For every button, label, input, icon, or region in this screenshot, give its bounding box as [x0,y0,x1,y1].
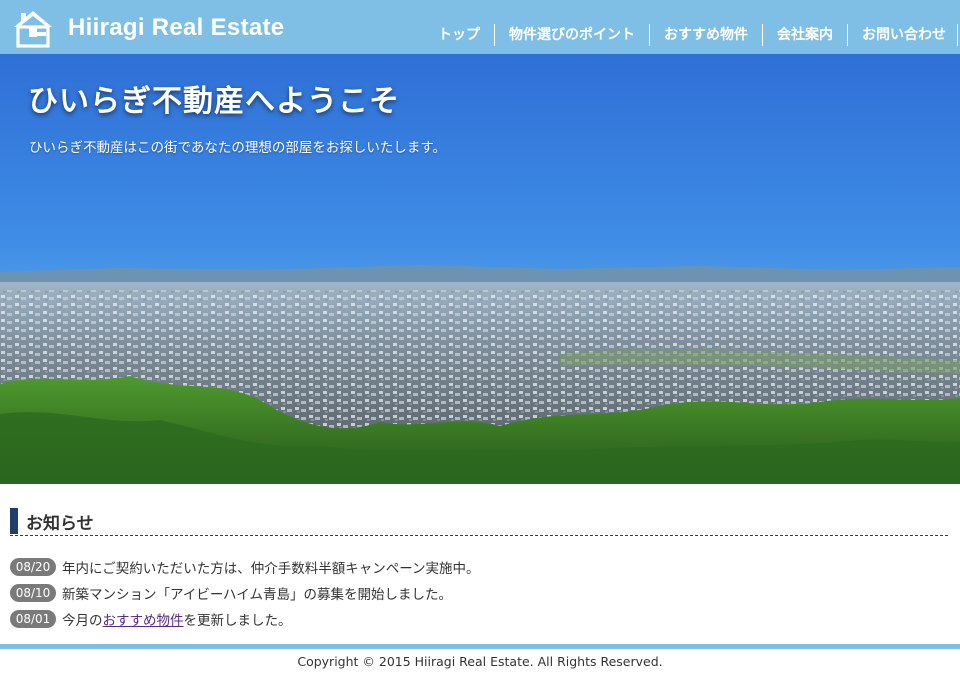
news-item: 08/10 新築マンション「アイビーハイム青島」の募集を開始しました。 [10,580,948,606]
news-item: 08/01 今月の おすすめ物件 を更新しました。 [10,606,948,632]
recommended-properties-link[interactable]: おすすめ物件 [103,609,184,629]
news-text: 新築マンション「アイビーハイム青島」の募集を開始しました。 [62,587,453,603]
news-text: 年内にご契約いただいた方は、仲介手数料半額キャンペーン実施中。 [62,561,480,577]
nav-top[interactable]: トップ [424,24,494,46]
news-item: 08/20 年内にご契約いただいた方は、仲介手数料半額キャンペーン実施中。 [10,554,948,580]
news-date-badge: 08/01 [10,610,56,628]
site-header: Hiiragi Real Estate トップ 物件選びのポイント おすすめ物件… [0,0,960,54]
nav-points[interactable]: 物件選びのポイント [494,24,649,46]
nav-company[interactable]: 会社案内 [762,24,847,46]
hero-subtitle: ひいらぎ不動産はこの街であなたの理想の部屋をお探しいたします。 [29,140,447,156]
nav-contact[interactable]: お問い合わせ [847,24,958,46]
site-logo[interactable]: Hiiragi Real Estate [12,6,284,50]
hero-banner: ひいらぎ不動産へようこそ ひいらぎ不動産はこの街であなたの理想の部屋をお探しいた… [0,54,960,484]
main-nav: トップ 物件選びのポイント おすすめ物件 会社案内 お問い合わせ [424,22,958,48]
news-text-before: 今月の [62,613,103,629]
logo-text: Hiiragi Real Estate [68,14,285,41]
news-list: 08/20 年内にご契約いただいた方は、仲介手数料半額キャンペーン実施中。 08… [10,554,948,632]
heading-accent-bar [10,508,18,534]
footer-copyright: Copyright © 2015 Hiiragi Real Estate. Al… [297,654,663,669]
news-heading: お知らせ [10,508,948,536]
nav-recommended[interactable]: おすすめ物件 [649,24,762,46]
news-date-badge: 08/20 [10,558,56,576]
house-icon [14,11,52,48]
hero-title: ひいらぎ不動産へようこそ [28,84,400,119]
footer-divider [0,644,960,649]
news-date-badge: 08/10 [10,584,56,602]
news-text-after: を更新しました。 [183,613,292,629]
news-heading-text: お知らせ [26,514,94,534]
